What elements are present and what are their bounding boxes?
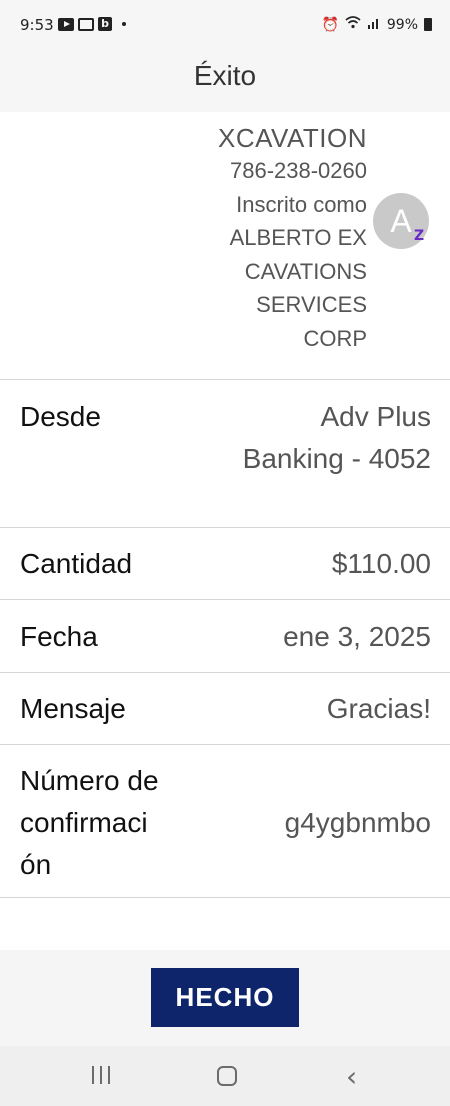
system-icons: ⏰ 99%: [321, 16, 432, 33]
wifi-icon: [345, 16, 361, 33]
more-notifications-icon: [122, 22, 126, 26]
payee-enrolled-line: ALBERTO EX: [229, 225, 367, 250]
alarm-icon: ⏰: [321, 16, 339, 33]
home-icon[interactable]: [217, 1066, 237, 1086]
divider: [0, 379, 450, 380]
confirmation-label-line: ón: [20, 849, 52, 880]
system-nav-bar: ‹: [0, 1046, 450, 1106]
payee-enrolled-line: SERVICES: [256, 292, 367, 317]
payee-enrolled-line: Inscrito como: [236, 191, 367, 217]
back-icon[interactable]: ‹: [346, 1060, 357, 1093]
from-value-line: Banking - 4052: [242, 443, 431, 474]
confirmation-value: g4ygbnmbo: [284, 807, 431, 838]
b-app-icon: b: [98, 17, 112, 31]
divider: [0, 672, 450, 673]
divider: [0, 599, 450, 600]
message-label: Mensaje: [20, 693, 126, 724]
payee-name: XCAVATION: [218, 123, 367, 153]
news-icon: [78, 17, 94, 31]
done-button[interactable]: HECHO: [151, 968, 299, 1027]
app-header: Éxito: [0, 50, 450, 112]
confirmation-label: Número de confirmaci ón: [20, 760, 159, 886]
payee-enrolled-line: CORP: [303, 325, 367, 351]
from-label: Desde: [20, 401, 101, 432]
page-title: Éxito: [193, 60, 257, 91]
divider: [0, 744, 450, 745]
message-value: Gracias!: [326, 693, 431, 724]
battery-icon: [424, 18, 432, 31]
battery-level: 99%: [386, 16, 418, 33]
divider: [0, 527, 450, 528]
confirmation-label-line: confirmaci: [20, 807, 148, 838]
youtube-icon: [58, 17, 74, 31]
confirmation-label-line: Número de: [20, 765, 159, 796]
payee-enrolled-line: CAVATIONS: [244, 258, 367, 284]
zelle-badge-icon: Z: [414, 228, 425, 244]
date-label: Fecha: [20, 621, 98, 652]
status-bar: 9:53 b ⏰ 99%: [0, 0, 450, 50]
signal-icon: [367, 16, 381, 33]
divider: [0, 897, 450, 898]
date-value: ene 3, 2025: [283, 621, 431, 652]
notification-icons: b: [58, 17, 126, 31]
from-value: Adv Plus Banking - 4052: [243, 396, 431, 480]
amount-value: $110.00: [331, 548, 431, 579]
from-value-line: Adv Plus: [320, 401, 432, 432]
payee-phone: 786-238-0260: [229, 158, 367, 183]
recents-icon[interactable]: [92, 1066, 110, 1084]
payee-info: XCAVATION 786-238-0260 Inscrito como ALB…: [117, 122, 367, 355]
footer: HECHO: [0, 950, 450, 1046]
status-time: 9:53: [20, 16, 54, 34]
amount-label: Cantidad: [20, 548, 133, 579]
